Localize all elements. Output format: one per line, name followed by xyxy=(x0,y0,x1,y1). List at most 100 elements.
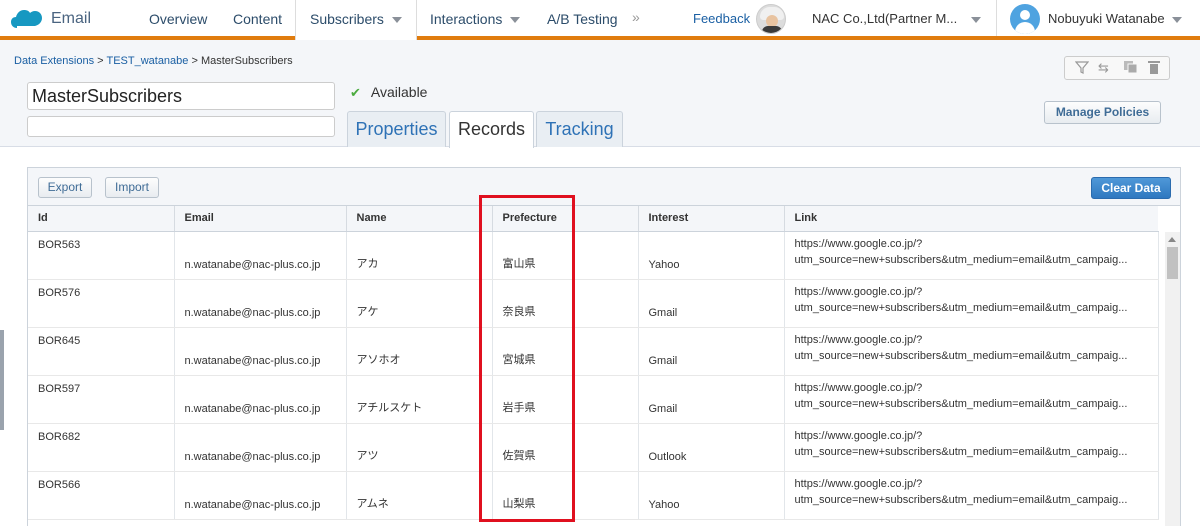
more-nav-icon[interactable]: » xyxy=(632,9,640,25)
export-button[interactable]: Export xyxy=(38,177,92,198)
salesforce-cloud-icon[interactable] xyxy=(10,8,44,30)
breadcrumb-separator: > xyxy=(97,55,104,67)
chevron-down-icon xyxy=(1171,16,1182,23)
column-header-email[interactable]: Email xyxy=(174,206,347,232)
extension-description-field[interactable] xyxy=(27,116,335,137)
manage-policies-button[interactable]: Manage Policies xyxy=(1044,101,1161,124)
cell-name: アケ xyxy=(346,279,493,328)
link-line-1: https://www.google.co.jp/? xyxy=(794,477,923,490)
extension-toolbar: ⇆ xyxy=(1064,56,1170,80)
tab-records[interactable]: Records xyxy=(449,111,534,148)
cell-id: BOR682 xyxy=(28,423,175,472)
scroll-up-icon[interactable] xyxy=(1168,237,1176,242)
table-header-row: Id Email Name Prefecture Interest Link xyxy=(28,206,1158,232)
records-toolbar: Export Import Clear Data xyxy=(28,168,1180,206)
link-line-1: https://www.google.co.jp/? xyxy=(794,285,923,298)
cell-interest: Gmail xyxy=(638,327,785,376)
column-header-link[interactable]: Link xyxy=(784,206,1158,232)
cell-interest: Gmail xyxy=(638,279,785,328)
cell-id: BOR566 xyxy=(28,471,175,520)
nav-interactions[interactable]: Interactions xyxy=(430,0,521,36)
move-icon[interactable]: ⇆ xyxy=(1098,60,1109,76)
feedback-link[interactable]: Feedback xyxy=(693,11,750,26)
prefecture-highlight-box xyxy=(479,195,575,522)
chevron-down-icon xyxy=(971,16,982,23)
nav-interactions-label: Interactions xyxy=(430,11,503,27)
link-line-1: https://www.google.co.jp/? xyxy=(794,237,923,250)
cell-interest: Yahoo xyxy=(638,471,785,520)
table-row[interactable]: BOR576 n.watanabe@nac-plus.co.jp アケ 奈良県 … xyxy=(28,279,1159,328)
cell-email: n.watanabe@nac-plus.co.jp xyxy=(174,279,347,328)
copy-icon[interactable] xyxy=(1123,60,1139,77)
user-avatar-icon[interactable] xyxy=(1010,4,1040,34)
cell-name: アカ xyxy=(346,231,493,280)
nav-content[interactable]: Content xyxy=(233,0,282,36)
status-indicator: ✔ Available xyxy=(350,84,427,101)
page-body: Data Extensions > TEST_watanabe > Master… xyxy=(0,44,1200,526)
cell-id: BOR597 xyxy=(28,375,175,424)
nav-overview[interactable]: Overview xyxy=(149,0,207,36)
link-line-2: utm_source=new+subscribers&utm_medium=em… xyxy=(794,253,1128,266)
tab-properties[interactable]: Properties xyxy=(347,111,446,147)
extension-name-field[interactable]: MasterSubscribers xyxy=(27,82,335,110)
cell-name: アチルスケト xyxy=(346,375,493,424)
user-menu[interactable]: Nobuyuki Watanabe xyxy=(1048,11,1182,26)
org-name: NAC Co.,Ltd(Partner M... xyxy=(812,11,958,26)
column-header-name[interactable]: Name xyxy=(346,206,493,232)
link-line-2: utm_source=new+subscribers&utm_medium=em… xyxy=(794,445,1128,458)
cell-link: https://www.google.co.jp/? utm_source=new… xyxy=(784,423,1159,472)
cell-name: アツ xyxy=(346,423,493,472)
breadcrumb-separator: > xyxy=(191,55,198,67)
chevron-down-icon xyxy=(391,17,402,24)
import-button[interactable]: Import xyxy=(105,177,159,198)
link-line-2: utm_source=new+subscribers&utm_medium=em… xyxy=(794,493,1128,506)
records-panel: Export Import Clear Data Id Email Name P… xyxy=(27,167,1181,526)
einstein-coat xyxy=(762,26,782,33)
cell-email: n.watanabe@nac-plus.co.jp xyxy=(174,327,347,376)
data-extension-header: Data Extensions > TEST_watanabe > Master… xyxy=(0,44,1200,148)
cell-link: https://www.google.co.jp/? utm_source=new… xyxy=(784,327,1159,376)
link-line-2: utm_source=new+subscribers&utm_medium=em… xyxy=(794,397,1128,410)
side-panel-handle[interactable] xyxy=(0,330,4,430)
app-name[interactable]: Email xyxy=(51,10,91,28)
tab-tracking[interactable]: Tracking xyxy=(536,111,623,147)
link-line-1: https://www.google.co.jp/? xyxy=(794,333,923,346)
link-line-1: https://www.google.co.jp/? xyxy=(794,381,923,394)
cell-email: n.watanabe@nac-plus.co.jp xyxy=(174,471,347,520)
table-row[interactable]: BOR682 n.watanabe@nac-plus.co.jp アツ 佐賀県 … xyxy=(28,423,1159,472)
nav-ab-testing[interactable]: A/B Testing xyxy=(547,0,618,36)
link-line-2: utm_source=new+subscribers&utm_medium=em… xyxy=(794,301,1128,314)
table-row[interactable]: BOR597 n.watanabe@nac-plus.co.jp アチルスケト … xyxy=(28,375,1159,424)
filter-icon[interactable] xyxy=(1074,60,1090,77)
cell-email: n.watanabe@nac-plus.co.jp xyxy=(174,423,347,472)
org-switcher[interactable]: NAC Co.,Ltd(Partner M... xyxy=(812,11,982,26)
cell-id: BOR563 xyxy=(28,231,175,280)
chevron-down-icon xyxy=(510,17,521,24)
cell-interest: Outlook xyxy=(638,423,785,472)
table-row[interactable]: BOR645 n.watanabe@nac-plus.co.jp アソホオ 宮城… xyxy=(28,327,1159,376)
cell-link: https://www.google.co.jp/? utm_source=new… xyxy=(784,471,1159,520)
checkmark-icon: ✔ xyxy=(350,85,361,100)
table-row[interactable]: BOR563 n.watanabe@nac-plus.co.jp アカ 富山県 … xyxy=(28,231,1159,280)
cell-interest: Yahoo xyxy=(638,231,785,280)
trash-icon[interactable] xyxy=(1147,60,1161,78)
clear-data-button[interactable]: Clear Data xyxy=(1091,177,1171,199)
nav-subscribers[interactable]: Subscribers xyxy=(295,0,417,40)
cell-interest: Gmail xyxy=(638,375,785,424)
table-scrollbar[interactable] xyxy=(1165,232,1180,526)
breadcrumb-current: MasterSubscribers xyxy=(200,55,293,67)
breadcrumb: Data Extensions > TEST_watanabe > Master… xyxy=(14,55,293,67)
cell-name: アムネ xyxy=(346,471,493,520)
table-row[interactable]: BOR566 n.watanabe@nac-plus.co.jp アムネ 山梨県… xyxy=(28,471,1159,520)
nav-subscribers-label: Subscribers xyxy=(310,11,384,27)
column-header-id[interactable]: Id xyxy=(28,206,175,232)
top-nav: Email Overview Content Subscribers Inter… xyxy=(0,0,1200,40)
breadcrumb-data-extensions[interactable]: Data Extensions xyxy=(14,55,94,67)
breadcrumb-folder[interactable]: TEST_watanabe xyxy=(106,55,188,67)
cell-id: BOR645 xyxy=(28,327,175,376)
cell-id: BOR576 xyxy=(28,279,175,328)
records-table: Id Email Name Prefecture Interest Link B… xyxy=(28,206,1159,520)
column-header-interest[interactable]: Interest xyxy=(638,206,785,232)
scrollbar-thumb[interactable] xyxy=(1167,247,1178,279)
einstein-avatar-icon[interactable] xyxy=(756,4,786,34)
